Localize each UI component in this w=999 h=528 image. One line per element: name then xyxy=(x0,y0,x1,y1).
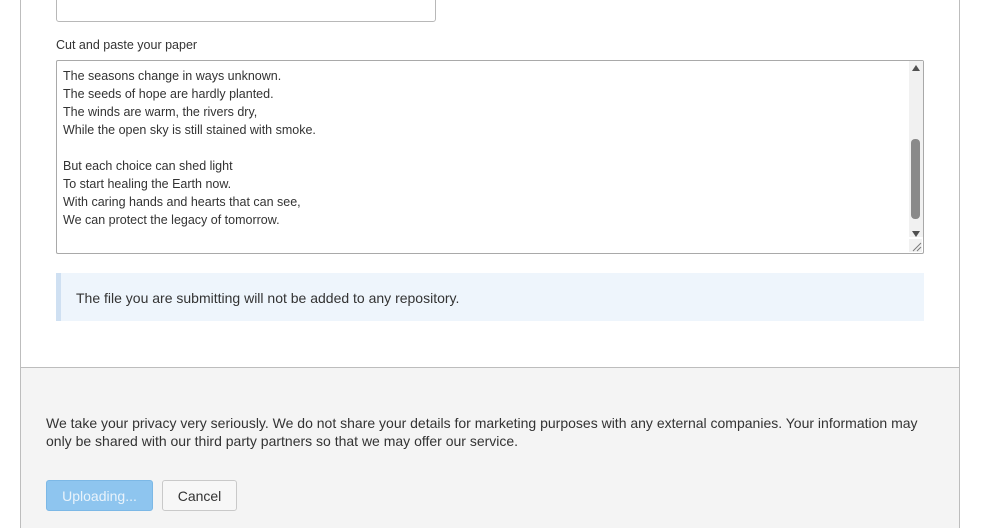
scrollbar-thumb[interactable] xyxy=(911,139,920,219)
paper-text-content[interactable]: The seasons change in ways unknown. The … xyxy=(63,67,903,229)
scroll-down-arrow-icon[interactable] xyxy=(912,231,920,237)
paper-textarea[interactable]: The seasons change in ways unknown. The … xyxy=(56,60,924,254)
cancel-button[interactable]: Cancel xyxy=(162,480,237,511)
scroll-up-arrow-icon[interactable] xyxy=(912,65,920,71)
uploading-button[interactable]: Uploading... xyxy=(46,480,153,511)
notice-text: The file you are submitting will not be … xyxy=(76,290,460,306)
form-footer: We take your privacy very seriously. We … xyxy=(20,367,960,528)
privacy-statement: We take your privacy very seriously. We … xyxy=(46,415,918,449)
paste-paper-label: Cut and paste your paper xyxy=(56,38,198,52)
repository-notice: The file you are submitting will not be … xyxy=(56,273,924,321)
text-input-field[interactable] xyxy=(56,0,436,22)
resize-grip-icon[interactable] xyxy=(909,239,922,252)
textarea-scrollbar[interactable] xyxy=(909,61,923,237)
